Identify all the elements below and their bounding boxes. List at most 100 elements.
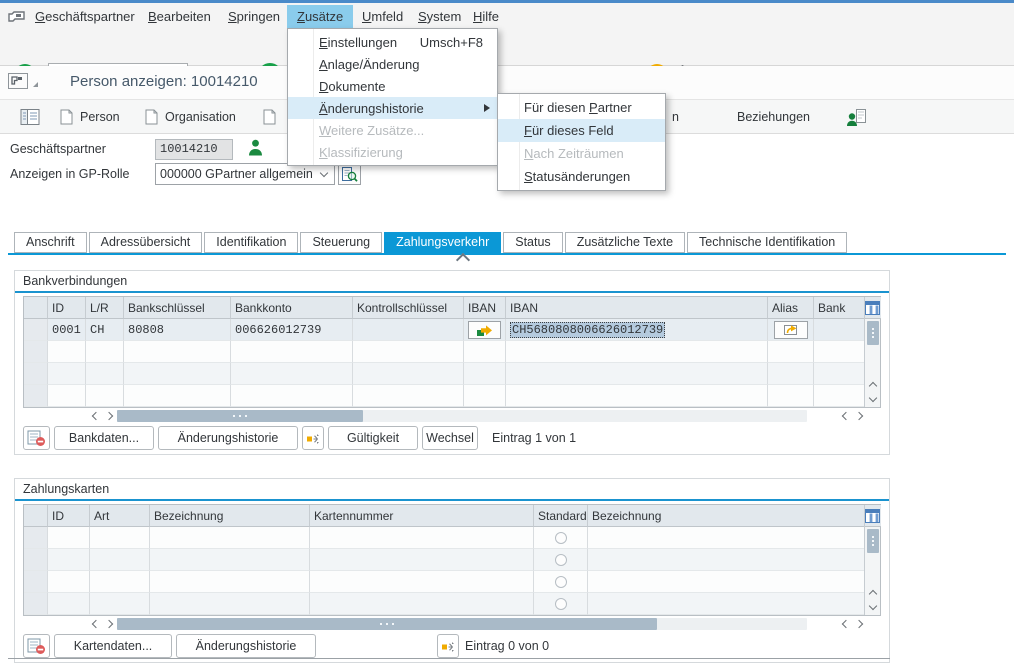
card-empty-row[interactable] [24,593,864,615]
scroll-up-icon[interactable] [865,377,881,392]
entry-navigation-icon[interactable] [302,426,324,450]
submenu-item-nach-zeitraeumen[interactable]: Nach Zeiträumen [498,142,665,165]
standard-radio[interactable] [555,532,567,544]
scroll-left-icon[interactable] [837,409,852,423]
delete-row-icon[interactable] [23,426,50,450]
menubar-item-bearbeiten[interactable]: Bearbeiten [138,5,221,29]
scroll-up-icon[interactable] [865,585,881,600]
menubar-item-zusaetze[interactable]: Zusätze [287,5,353,29]
scroll-down-icon[interactable] [865,392,881,407]
card-empty-row[interactable] [24,549,864,571]
bank-empty-row[interactable] [24,341,864,363]
gruppe-button[interactable] [258,105,281,129]
scrollbar-thumb[interactable] [867,529,879,553]
partial-button-fragment[interactable]: n [668,105,683,129]
vertical-scrollbar[interactable] [864,297,880,407]
scrollbar-track[interactable] [117,618,807,630]
submenu-item-fuer-dieses-feld[interactable]: Für dieses Feld [498,119,665,142]
standard-radio[interactable] [555,576,567,588]
menubar-item-geschaeftspartner[interactable]: Geschäftspartner [25,5,145,29]
bank-section-title: Bankverbindungen [15,271,889,291]
scrollbar-thumb[interactable] [867,321,879,345]
table-settings-icon[interactable] [865,505,881,527]
tab-technische-identifikation[interactable]: Technische Identifikation [687,232,847,253]
scrollbar-track[interactable] [117,410,807,422]
card-empty-row[interactable] [24,571,864,593]
zusaetze-menu: Einstellungen Umsch+F8 Anlage/Änderung D… [287,28,498,166]
scrollbar-thumb[interactable] [117,410,363,422]
tab-zahlungsverkehr[interactable]: Zahlungsverkehr [384,232,501,253]
submenu-item-fuer-diesen-partner[interactable]: Für diesen Partner [498,96,665,119]
bank-table: ID L/R Bankschlüssel Bankkonto Kontrolls… [23,296,881,408]
entry-navigation-icon[interactable] [437,634,459,658]
scroll-left-icon[interactable] [837,617,852,631]
bank-section: Bankverbindungen ID L/R Bankschlüssel Ba… [14,270,890,455]
vertical-scrollbar[interactable] [864,505,880,615]
row-selector[interactable] [24,319,48,341]
horizontal-scrollbar[interactable] [23,408,881,424]
person-button[interactable]: Person [55,105,124,129]
menubar-item-springen[interactable]: Springen [218,5,290,29]
menu-item-dokumente[interactable]: Dokumente [288,75,497,97]
menubar-item-system[interactable]: System [408,5,471,29]
delete-row-icon[interactable] [23,634,50,658]
kartendaten-button[interactable]: Kartendaten... [54,634,172,658]
iban-cell[interactable]: CH5680808006626012739 [506,319,768,341]
tab-anschrift[interactable]: Anschrift [14,232,87,253]
menu-item-anlage-aenderung[interactable]: Anlage/Änderung [288,53,497,75]
wechsel-button[interactable]: Wechsel [422,426,478,450]
tab-steuerung[interactable]: Steuerung [300,232,382,253]
alias-window-icon[interactable] [774,321,808,339]
bank-empty-row[interactable] [24,385,864,407]
beziehungen-button[interactable]: Beziehungen [733,105,814,129]
bankdaten-button[interactable]: Bankdaten... [54,426,154,450]
scroll-down-icon[interactable] [865,600,881,615]
scroll-right-icon[interactable] [852,409,867,423]
tab-underline [8,253,1006,255]
gueltigkeit-button[interactable]: Gültigkeit [328,426,418,450]
organisation-button[interactable]: Organisation [140,105,240,129]
tab-identifikation[interactable]: Identifikation [204,232,298,253]
bank-button-row: Bankdaten... Änderungshistorie Gültigkei… [23,430,889,454]
iban-value[interactable]: CH5680808006626012739 [510,322,665,338]
menu-item-klassifizierung[interactable]: Klassifizierung [288,141,497,163]
menubar-item-hilfe[interactable]: Hilfe [463,5,509,29]
scroll-left-icon[interactable] [87,409,102,423]
tab-adressuebersicht[interactable]: Adressübersicht [89,232,203,253]
tab-zusaetzliche-texte[interactable]: Zusätzliche Texte [565,232,685,253]
section-rule [15,499,889,501]
chevron-down-icon [320,168,328,176]
scroll-left-icon[interactable] [87,617,102,631]
tab-status[interactable]: Status [503,232,562,253]
horizontal-scrollbar[interactable] [23,616,881,632]
menu-bar: Geschäftspartner Bearbeiten Springen Zus… [0,0,1014,28]
card-empty-row[interactable] [24,527,864,549]
menu-item-aenderungshistorie[interactable]: Änderungshistorie [288,97,497,119]
scrollbar-thumb[interactable] [117,618,657,630]
scroll-right-icon[interactable] [102,409,117,423]
locator-toggle-icon[interactable] [16,105,45,129]
role-display-icon[interactable] [338,163,361,185]
card-section-title: Zahlungskarten [15,479,889,499]
menu-item-weitere-zusaetze[interactable]: Weitere Zusätze... [288,119,497,141]
role-combobox[interactable]: 000000 GPartner allgemein [155,163,335,185]
partner-label: Geschäftspartner [10,142,106,156]
standard-radio[interactable] [555,554,567,566]
partner-value-field[interactable]: 10014210 [155,139,233,160]
card-entry-info: Eintrag 0 von 0 [465,639,549,653]
menubar-item-umfeld[interactable]: Umfeld [352,5,413,29]
iban-display-icon[interactable] [468,321,501,339]
scroll-right-icon[interactable] [852,617,867,631]
aenderungshistorie-button[interactable]: Änderungshistorie [176,634,316,658]
aenderungshistorie-button[interactable]: Änderungshistorie [158,426,298,450]
submenu-item-statusaenderungen[interactable]: Statusänderungen [498,165,665,188]
layout-menu-icon[interactable] [8,73,42,95]
scroll-right-icon[interactable] [102,617,117,631]
relations-icon[interactable] [842,105,871,129]
bank-empty-row[interactable] [24,363,864,385]
table-settings-icon[interactable] [865,297,881,319]
standard-radio[interactable] [555,598,567,610]
bank-table-row[interactable]: 0001 CH 80808 006626012739 CH56808080066… [24,319,864,341]
menu-item-einstellungen[interactable]: Einstellungen Umsch+F8 [288,31,497,53]
system-menu-icon[interactable] [8,10,26,26]
